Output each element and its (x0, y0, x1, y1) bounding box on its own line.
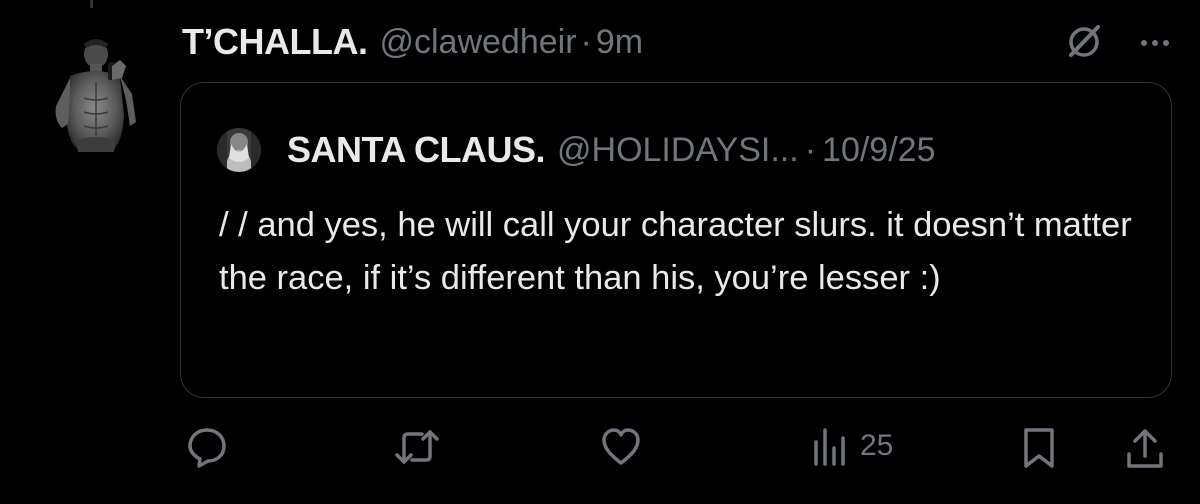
share-button[interactable] (1124, 426, 1166, 470)
reply-button[interactable] (186, 426, 228, 468)
quoted-display-name[interactable]: SANTA CLAUS. (287, 129, 546, 171)
separator-dot: · (804, 130, 817, 169)
bookmark-icon (1020, 426, 1058, 470)
more-dots-icon[interactable] (1140, 36, 1170, 54)
share-icon (1124, 426, 1166, 470)
repost-button[interactable] (394, 426, 440, 468)
views-count: 25 (860, 429, 894, 462)
views-icon (812, 426, 846, 466)
repost-icon (394, 426, 440, 468)
reply-icon (186, 426, 228, 468)
action-bar: 25 (0, 420, 1200, 476)
post-timestamp[interactable]: 9m (596, 23, 643, 62)
quoted-date: 10/9/25 (822, 130, 936, 169)
post-header: T’CHALLA. @clawedheir · 9m (182, 20, 643, 64)
quoted-author-avatar[interactable] (217, 128, 261, 172)
author-avatar[interactable] (50, 36, 138, 154)
thread-line (90, 0, 93, 8)
grok-slash-icon[interactable] (1064, 22, 1104, 67)
quoted-post-text: / / and yes, he will call your character… (219, 206, 1132, 297)
quoted-post[interactable]: SANTA CLAUS. @HOLIDAYSI... · 10/9/25 / /… (180, 82, 1172, 398)
bookmark-button[interactable] (1020, 426, 1058, 470)
author-display-name[interactable]: T’CHALLA. (182, 21, 368, 63)
heart-icon (600, 426, 642, 468)
quoted-handle[interactable]: @HOLIDAYSI... (557, 131, 799, 170)
separator-dot: · (580, 22, 592, 61)
header-icons (1064, 22, 1170, 67)
like-button[interactable] (600, 426, 642, 468)
tweet: T’CHALLA. @clawedheir · 9m SANTA CLAUS. … (0, 0, 1200, 504)
author-handle[interactable]: @clawedheir (379, 23, 576, 62)
quoted-post-header: SANTA CLAUS. @HOLIDAYSI... · 10/9/25 (217, 127, 936, 173)
views-button[interactable]: 25 (812, 426, 893, 466)
